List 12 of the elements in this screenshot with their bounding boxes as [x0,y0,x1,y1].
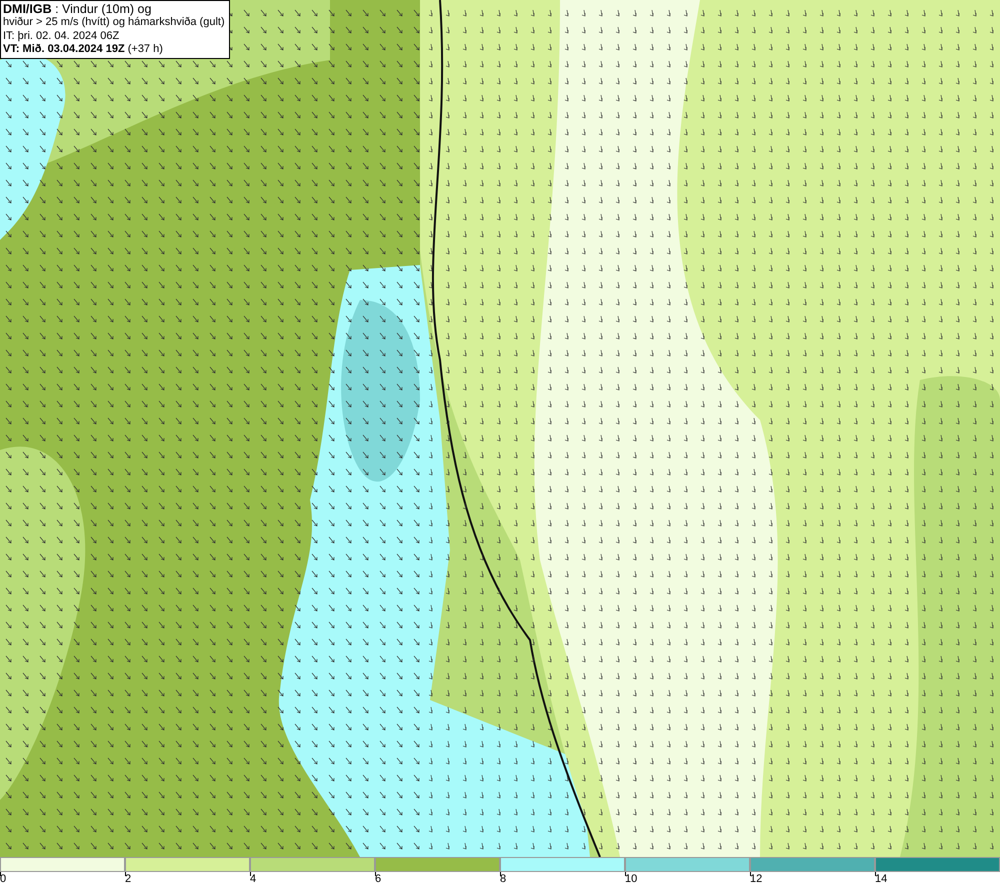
scale-label: 8 [500,873,506,886]
scale-label: 12 [750,873,762,886]
info-line: VT: Mið. 03.04.2024 19Z (+37 h) [3,43,164,56]
scale-label: 0 [0,873,6,886]
info-line: IT: þri. 02. 04. 2024 06Z [3,30,120,43]
info-line: hviður > 25 m/s (hvítt) og hámarkshviða (gult) [3,16,226,30]
scale-label: 6 [375,873,382,886]
scale-label: 4 [250,873,256,886]
map-title: DMI/IGB : Vindur (10m) og [3,2,152,16]
scale-label: 2 [125,873,132,886]
scale-label: 10 [625,873,638,886]
scale-label: 14 [875,873,888,886]
